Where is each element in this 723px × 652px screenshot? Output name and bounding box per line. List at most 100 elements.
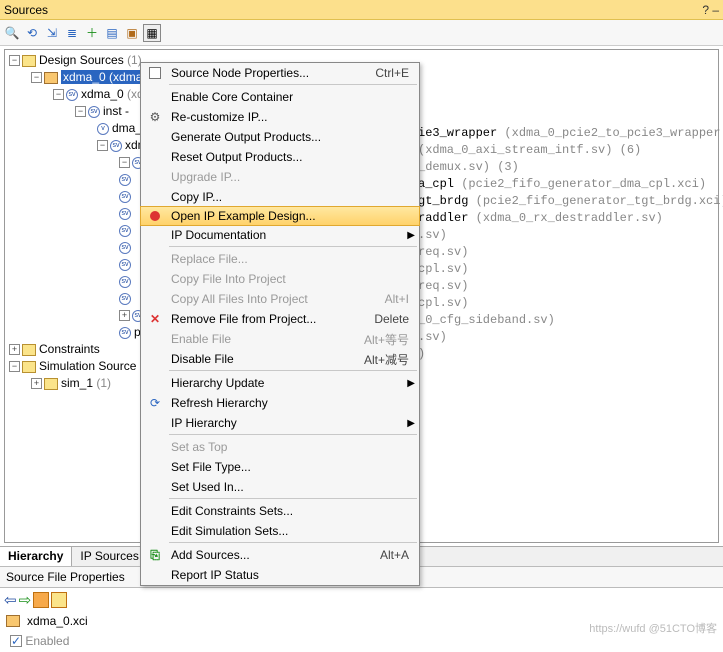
settings-icon[interactable]: ▤ bbox=[103, 24, 121, 42]
menu-label: Copy IP... bbox=[169, 190, 419, 204]
menu-item-ip-hierarchy[interactable]: IP Hierarchy▶ bbox=[141, 413, 419, 433]
menu-shortcut: Alt+A bbox=[380, 548, 419, 562]
menu-item-add-sources[interactable]: ⎘Add Sources...Alt+A bbox=[141, 545, 419, 565]
sv-icon: sv bbox=[110, 140, 122, 152]
inst-label: xdma_0 bbox=[81, 86, 124, 103]
menu-label: Copy File Into Project bbox=[169, 272, 419, 286]
folder-icon bbox=[22, 344, 36, 356]
menu-item-report-ip-status[interactable]: Report IP Status bbox=[141, 565, 419, 585]
tab-ip-sources[interactable]: IP Sources bbox=[72, 547, 147, 566]
expander-icon[interactable]: − bbox=[9, 361, 20, 372]
tree-file-row[interactable]: (xdma_0_axi_stream_intf.sv) (6) bbox=[418, 142, 723, 159]
expander-icon[interactable]: − bbox=[31, 72, 42, 83]
folder-icon bbox=[22, 361, 36, 373]
root-ip-label: xdma_0 (xdma bbox=[61, 69, 144, 86]
tree-file-row[interactable]: cpl.sv) bbox=[418, 295, 723, 312]
file-path: (xdma_0_pcie2_to_pcie3_wrapper.sv) (3) bbox=[497, 126, 723, 140]
menu-label: IP Hierarchy bbox=[169, 416, 419, 430]
tree-file-row[interactable]: req.sv) bbox=[418, 278, 723, 295]
file-path: .sv) bbox=[418, 330, 447, 344]
context-menu[interactable]: Source Node Properties...Ctrl+E Enable Co… bbox=[140, 62, 420, 586]
tree-file-row[interactable]: a_cpl (pcie2_fifo_generator_dma_cpl.xci) bbox=[418, 176, 723, 193]
watermark: https://wufd @51CTO博客 bbox=[589, 620, 717, 636]
menu-shortcut: Alt+减号 bbox=[364, 351, 419, 368]
menu-item-open-ip-example-design[interactable]: Open IP Example Design... bbox=[140, 206, 420, 226]
expander-icon[interactable]: − bbox=[75, 106, 86, 117]
tree-file-row[interactable]: .sv) bbox=[418, 227, 723, 244]
expander-icon[interactable]: − bbox=[119, 157, 130, 168]
menu-item-set-used-in[interactable]: Set Used In... bbox=[141, 477, 419, 497]
menu-separator bbox=[169, 370, 417, 372]
tree-file-row[interactable]: req.sv) bbox=[418, 244, 723, 261]
menu-item-edit-simulation-sets[interactable]: Edit Simulation Sets... bbox=[141, 521, 419, 541]
menu-item-refresh-hierarchy[interactable]: ⟳Refresh Hierarchy bbox=[141, 393, 419, 413]
select-icon[interactable] bbox=[51, 592, 67, 608]
chip-icon[interactable]: ▣ bbox=[123, 24, 141, 42]
back-icon[interactable]: ⇦ bbox=[4, 591, 17, 609]
add-icon[interactable]: ＋ bbox=[83, 24, 101, 42]
expander-icon[interactable]: + bbox=[119, 310, 130, 321]
expander-icon[interactable]: − bbox=[9, 55, 20, 66]
menu-shortcut: Ctrl+E bbox=[375, 66, 419, 80]
menu-item-re-customize-ip[interactable]: ⚙Re-customize IP... bbox=[141, 107, 419, 127]
menu-item-source-node-properties[interactable]: Source Node Properties...Ctrl+E bbox=[141, 63, 419, 83]
sv-icon: sv bbox=[66, 89, 78, 101]
file-path: (pcie2_fifo_generator_tgt_brdg.xci) bbox=[468, 194, 723, 208]
menu-item-remove-file-from-project[interactable]: ✕Remove File from Project...Delete bbox=[141, 309, 419, 329]
menu-shortcut: Delete bbox=[374, 312, 419, 326]
expander-icon[interactable]: + bbox=[9, 344, 20, 355]
tree-icon[interactable]: ≣ bbox=[63, 24, 81, 42]
menu-label: Set File Type... bbox=[169, 460, 419, 474]
tree-file-row[interactable]: raddler (xdma_0_rx_destraddler.sv) bbox=[418, 210, 723, 227]
dma-label: dma_ bbox=[112, 120, 142, 137]
menu-item-enable-core-container[interactable]: Enable Core Container bbox=[141, 87, 419, 107]
file-instance-name: ie3_wrapper bbox=[418, 126, 497, 140]
menu-item-ip-documentation[interactable]: IP Documentation▶ bbox=[141, 225, 419, 245]
submenu-arrow-icon: ▶ bbox=[407, 378, 415, 389]
expander-icon[interactable]: + bbox=[31, 378, 42, 389]
tree-file-row[interactable]: ie3_wrapper (xdma_0_pcie2_to_pcie3_wrapp… bbox=[418, 125, 723, 142]
tree-file-row[interactable]: .sv) bbox=[418, 329, 723, 346]
menu-label: Report IP Status bbox=[169, 568, 419, 582]
search-icon[interactable]: 🔍 bbox=[3, 24, 21, 42]
menu-item-edit-constraints-sets[interactable]: Edit Constraints Sets... bbox=[141, 501, 419, 521]
menu-label: Reset Output Products... bbox=[169, 150, 419, 164]
menu-separator bbox=[169, 434, 417, 436]
menu-item-copy-ip[interactable]: Copy IP... bbox=[141, 187, 419, 207]
window-title: Sources bbox=[4, 3, 48, 17]
right-tree-fragment: ie3_wrapper (xdma_0_pcie2_to_pcie3_wrapp… bbox=[418, 125, 723, 363]
expander-icon[interactable]: − bbox=[53, 89, 64, 100]
tree-file-row[interactable]: ) bbox=[418, 346, 723, 363]
sv-icon: sv bbox=[119, 208, 131, 220]
menu-item-disable-file[interactable]: Disable FileAlt+减号 bbox=[141, 349, 419, 369]
menu-item-generate-output-products[interactable]: Generate Output Products... bbox=[141, 127, 419, 147]
menu-label: Refresh Hierarchy bbox=[169, 396, 419, 410]
menu-item-set-file-type[interactable]: Set File Type... bbox=[141, 457, 419, 477]
forward-icon[interactable]: ⇨ bbox=[19, 591, 32, 609]
menu-item-hierarchy-update[interactable]: Hierarchy Update▶ bbox=[141, 373, 419, 393]
pin-icon[interactable] bbox=[33, 592, 49, 608]
menu-label: Enable Core Container bbox=[169, 90, 419, 104]
sv-icon: sv bbox=[119, 327, 131, 339]
tree-file-row[interactable]: _0_cfg_sideband.sv) bbox=[418, 312, 723, 329]
menu-item-reset-output-products[interactable]: Reset Output Products... bbox=[141, 147, 419, 167]
show-icon[interactable]: ⟲ bbox=[23, 24, 41, 42]
sv-icon: sv bbox=[119, 259, 131, 271]
collapse-all-icon[interactable]: ⇲ bbox=[43, 24, 61, 42]
menu-label: Add Sources... bbox=[169, 548, 380, 562]
menu-label: Set Used In... bbox=[169, 480, 419, 494]
tree-file-row[interactable]: gt_brdg (pcie2_fifo_generator_tgt_brdg.x… bbox=[418, 193, 723, 210]
sv-icon: sv bbox=[119, 293, 131, 305]
tree-file-row[interactable]: cpl.sv) bbox=[418, 261, 723, 278]
tab-hierarchy[interactable]: Hierarchy bbox=[0, 547, 72, 566]
folder-icon bbox=[22, 55, 36, 67]
file-path: _demux.sv) (3) bbox=[418, 160, 519, 174]
help-collapse-controls[interactable]: ? – bbox=[702, 3, 719, 17]
props-icon bbox=[141, 67, 169, 79]
menu-label: IP Documentation bbox=[169, 228, 419, 242]
checkbox-icon[interactable]: ✓ bbox=[10, 635, 22, 647]
expander-icon[interactable]: − bbox=[97, 140, 108, 151]
box-icon[interactable]: ▦ bbox=[143, 24, 161, 42]
file-path: _0_cfg_sideband.sv) bbox=[418, 313, 555, 327]
tree-file-row[interactable]: _demux.sv) (3) bbox=[418, 159, 723, 176]
